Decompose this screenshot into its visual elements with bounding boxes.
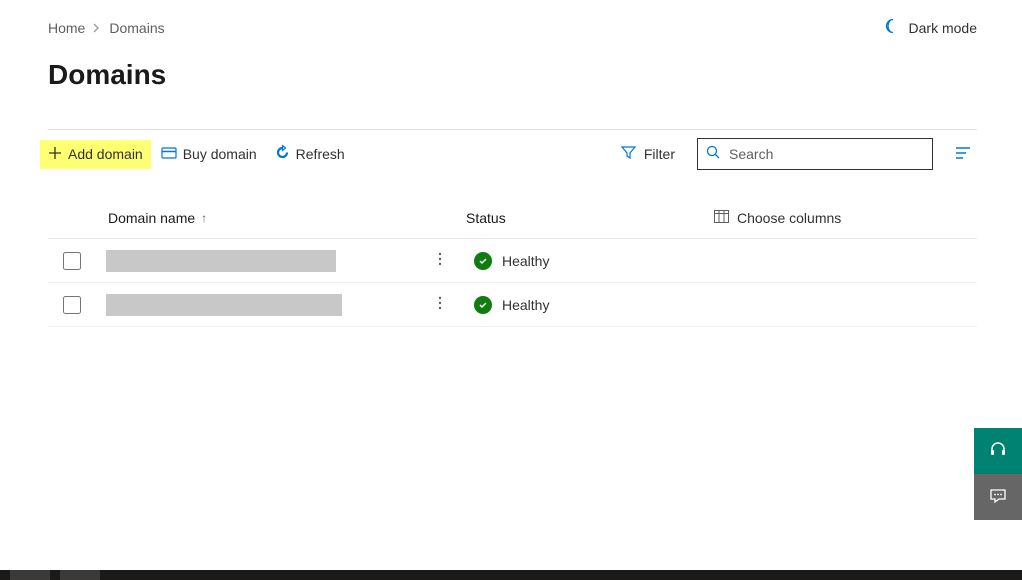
- breadcrumb-home[interactable]: Home: [48, 20, 85, 36]
- breadcrumb: Home Domains: [48, 20, 165, 36]
- list-options-button[interactable]: [949, 140, 977, 169]
- breadcrumb-current: Domains: [109, 20, 164, 36]
- filter-icon: [621, 145, 636, 163]
- check-circle-icon: [474, 296, 492, 314]
- credit-card-icon: [161, 146, 177, 163]
- more-vertical-icon: [438, 298, 442, 313]
- search-icon: [706, 145, 721, 163]
- side-actions: [974, 428, 1022, 520]
- add-domain-button[interactable]: Add domain: [40, 140, 151, 169]
- sort-ascending-icon: ↑: [201, 211, 207, 225]
- footer-bar: [0, 570, 1022, 580]
- status-text: Healthy: [502, 297, 549, 313]
- list-icon: [955, 148, 971, 163]
- row-more-actions[interactable]: [430, 248, 450, 273]
- header-domain-name[interactable]: Domain name ↑: [96, 210, 466, 226]
- table-row[interactable]: Healthy: [48, 239, 977, 283]
- buy-domain-label: Buy domain: [183, 146, 257, 162]
- status-cell: Healthy: [474, 296, 549, 314]
- add-domain-label: Add domain: [68, 146, 143, 162]
- status-text: Healthy: [502, 253, 549, 269]
- page-title: Domains: [48, 59, 977, 91]
- headset-icon: [989, 441, 1007, 462]
- moon-icon: [885, 18, 901, 37]
- toolbar: Add domain Buy domain Refresh Filter: [48, 130, 977, 178]
- filter-label: Filter: [644, 146, 675, 162]
- buy-domain-button[interactable]: Buy domain: [153, 140, 265, 169]
- header-status[interactable]: Status: [466, 210, 714, 226]
- row-checkbox[interactable]: [63, 296, 81, 314]
- choose-columns-button[interactable]: Choose columns: [714, 208, 841, 228]
- toolbar-left: Add domain Buy domain Refresh: [48, 139, 353, 169]
- more-vertical-icon: [438, 254, 442, 269]
- check-circle-icon: [474, 252, 492, 270]
- row-more-actions[interactable]: [430, 292, 450, 317]
- row-checkbox[interactable]: [63, 252, 81, 270]
- dark-mode-label: Dark mode: [909, 20, 977, 36]
- domain-name-cell[interactable]: [106, 294, 406, 316]
- search-input[interactable]: [729, 146, 924, 162]
- domain-name-cell[interactable]: [106, 250, 406, 272]
- help-button[interactable]: [974, 428, 1022, 474]
- domains-table: Domain name ↑ Status Choose columns: [48, 208, 977, 327]
- refresh-icon: [275, 145, 290, 163]
- plus-icon: [48, 146, 62, 163]
- status-cell: Healthy: [474, 252, 549, 270]
- chevron-right-icon: [93, 20, 101, 36]
- redacted-domain: [106, 294, 342, 316]
- breadcrumb-row: Home Domains Dark mode: [48, 18, 977, 37]
- dark-mode-toggle[interactable]: Dark mode: [885, 18, 977, 37]
- feedback-button[interactable]: [974, 474, 1022, 520]
- search-box[interactable]: [697, 138, 933, 170]
- choose-columns-label: Choose columns: [737, 210, 841, 226]
- columns-icon: [714, 210, 729, 226]
- table-row[interactable]: Healthy: [48, 283, 977, 327]
- redacted-domain: [106, 250, 336, 272]
- filter-button[interactable]: Filter: [611, 139, 685, 169]
- chat-icon: [989, 487, 1007, 508]
- table-header-row: Domain name ↑ Status Choose columns: [48, 208, 977, 239]
- refresh-label: Refresh: [296, 146, 345, 162]
- refresh-button[interactable]: Refresh: [267, 139, 353, 169]
